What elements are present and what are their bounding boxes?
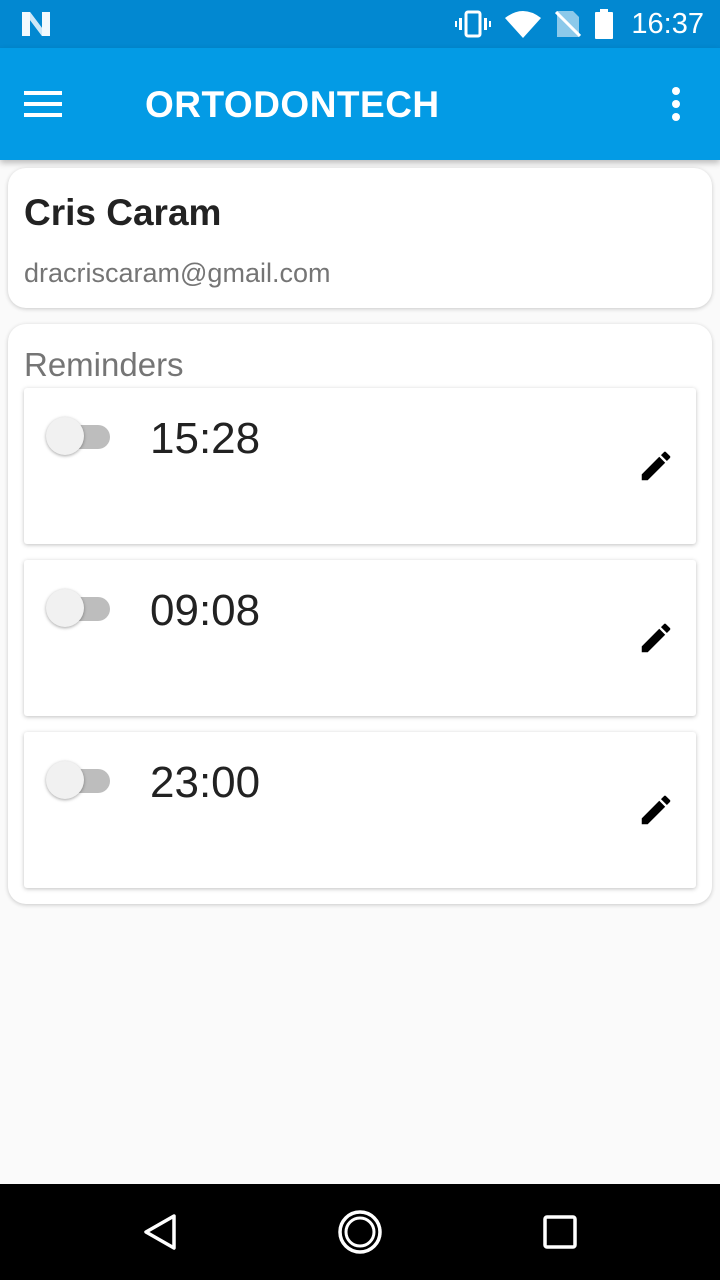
status-icons: 16:37 [455,0,704,48]
reminder-time: 15:28 [150,414,261,463]
reminder-time: 23:00 [150,758,261,807]
back-icon [144,1214,176,1250]
profile-card: Cris Caram dracriscaram@gmail.com [8,168,712,308]
system-nav-bar [0,1184,720,1280]
home-icon [338,1210,382,1254]
edit-reminder-button[interactable] [634,788,678,832]
home-button[interactable] [336,1208,384,1256]
reminder-card[interactable]: 09:08 [24,560,696,716]
profile-name: Cris Caram [24,192,222,233]
reminder-toggle[interactable] [46,758,112,802]
toggle-thumb [46,761,84,799]
profile-email: dracriscaram@gmail.com [24,258,331,288]
pencil-icon [641,795,671,825]
vibrate-icon [455,10,492,38]
toggle-thumb [46,417,84,455]
edit-reminder-button[interactable] [634,444,678,488]
battery-icon [595,9,614,39]
recents-button[interactable] [536,1208,584,1256]
n-logo-icon [22,12,50,36]
reminder-card[interactable]: 23:00 [24,732,696,888]
recents-icon [543,1215,577,1249]
no-sim-icon [555,10,582,38]
more-vert-icon [672,87,680,121]
pencil-icon [641,451,671,481]
overflow-menu-button[interactable] [656,80,696,128]
wifi-icon [505,11,542,38]
reminder-toggle[interactable] [46,414,112,458]
reminder-toggle[interactable] [46,586,112,630]
edit-reminder-button[interactable] [634,616,678,660]
reminder-time: 09:08 [150,586,261,635]
app-title: ORTODONTECH [145,84,440,125]
app-bar: ORTODONTECH [0,48,720,160]
reminder-card[interactable]: 15:28 [24,388,696,544]
status-clock: 16:37 [631,7,704,40]
app-screen: 16:37 ORTODONTECH Cris Caram dracriscara… [0,0,720,1280]
menu-button[interactable] [24,80,88,128]
back-button[interactable] [136,1208,184,1256]
toggle-thumb [46,589,84,627]
reminders-title: Reminders [24,346,184,383]
reminders-panel: Reminders 15:28 09:08 23:00 [8,324,712,904]
pencil-icon [641,623,671,653]
status-bar: 16:37 [0,0,720,48]
hamburger-menu-icon [24,91,62,117]
